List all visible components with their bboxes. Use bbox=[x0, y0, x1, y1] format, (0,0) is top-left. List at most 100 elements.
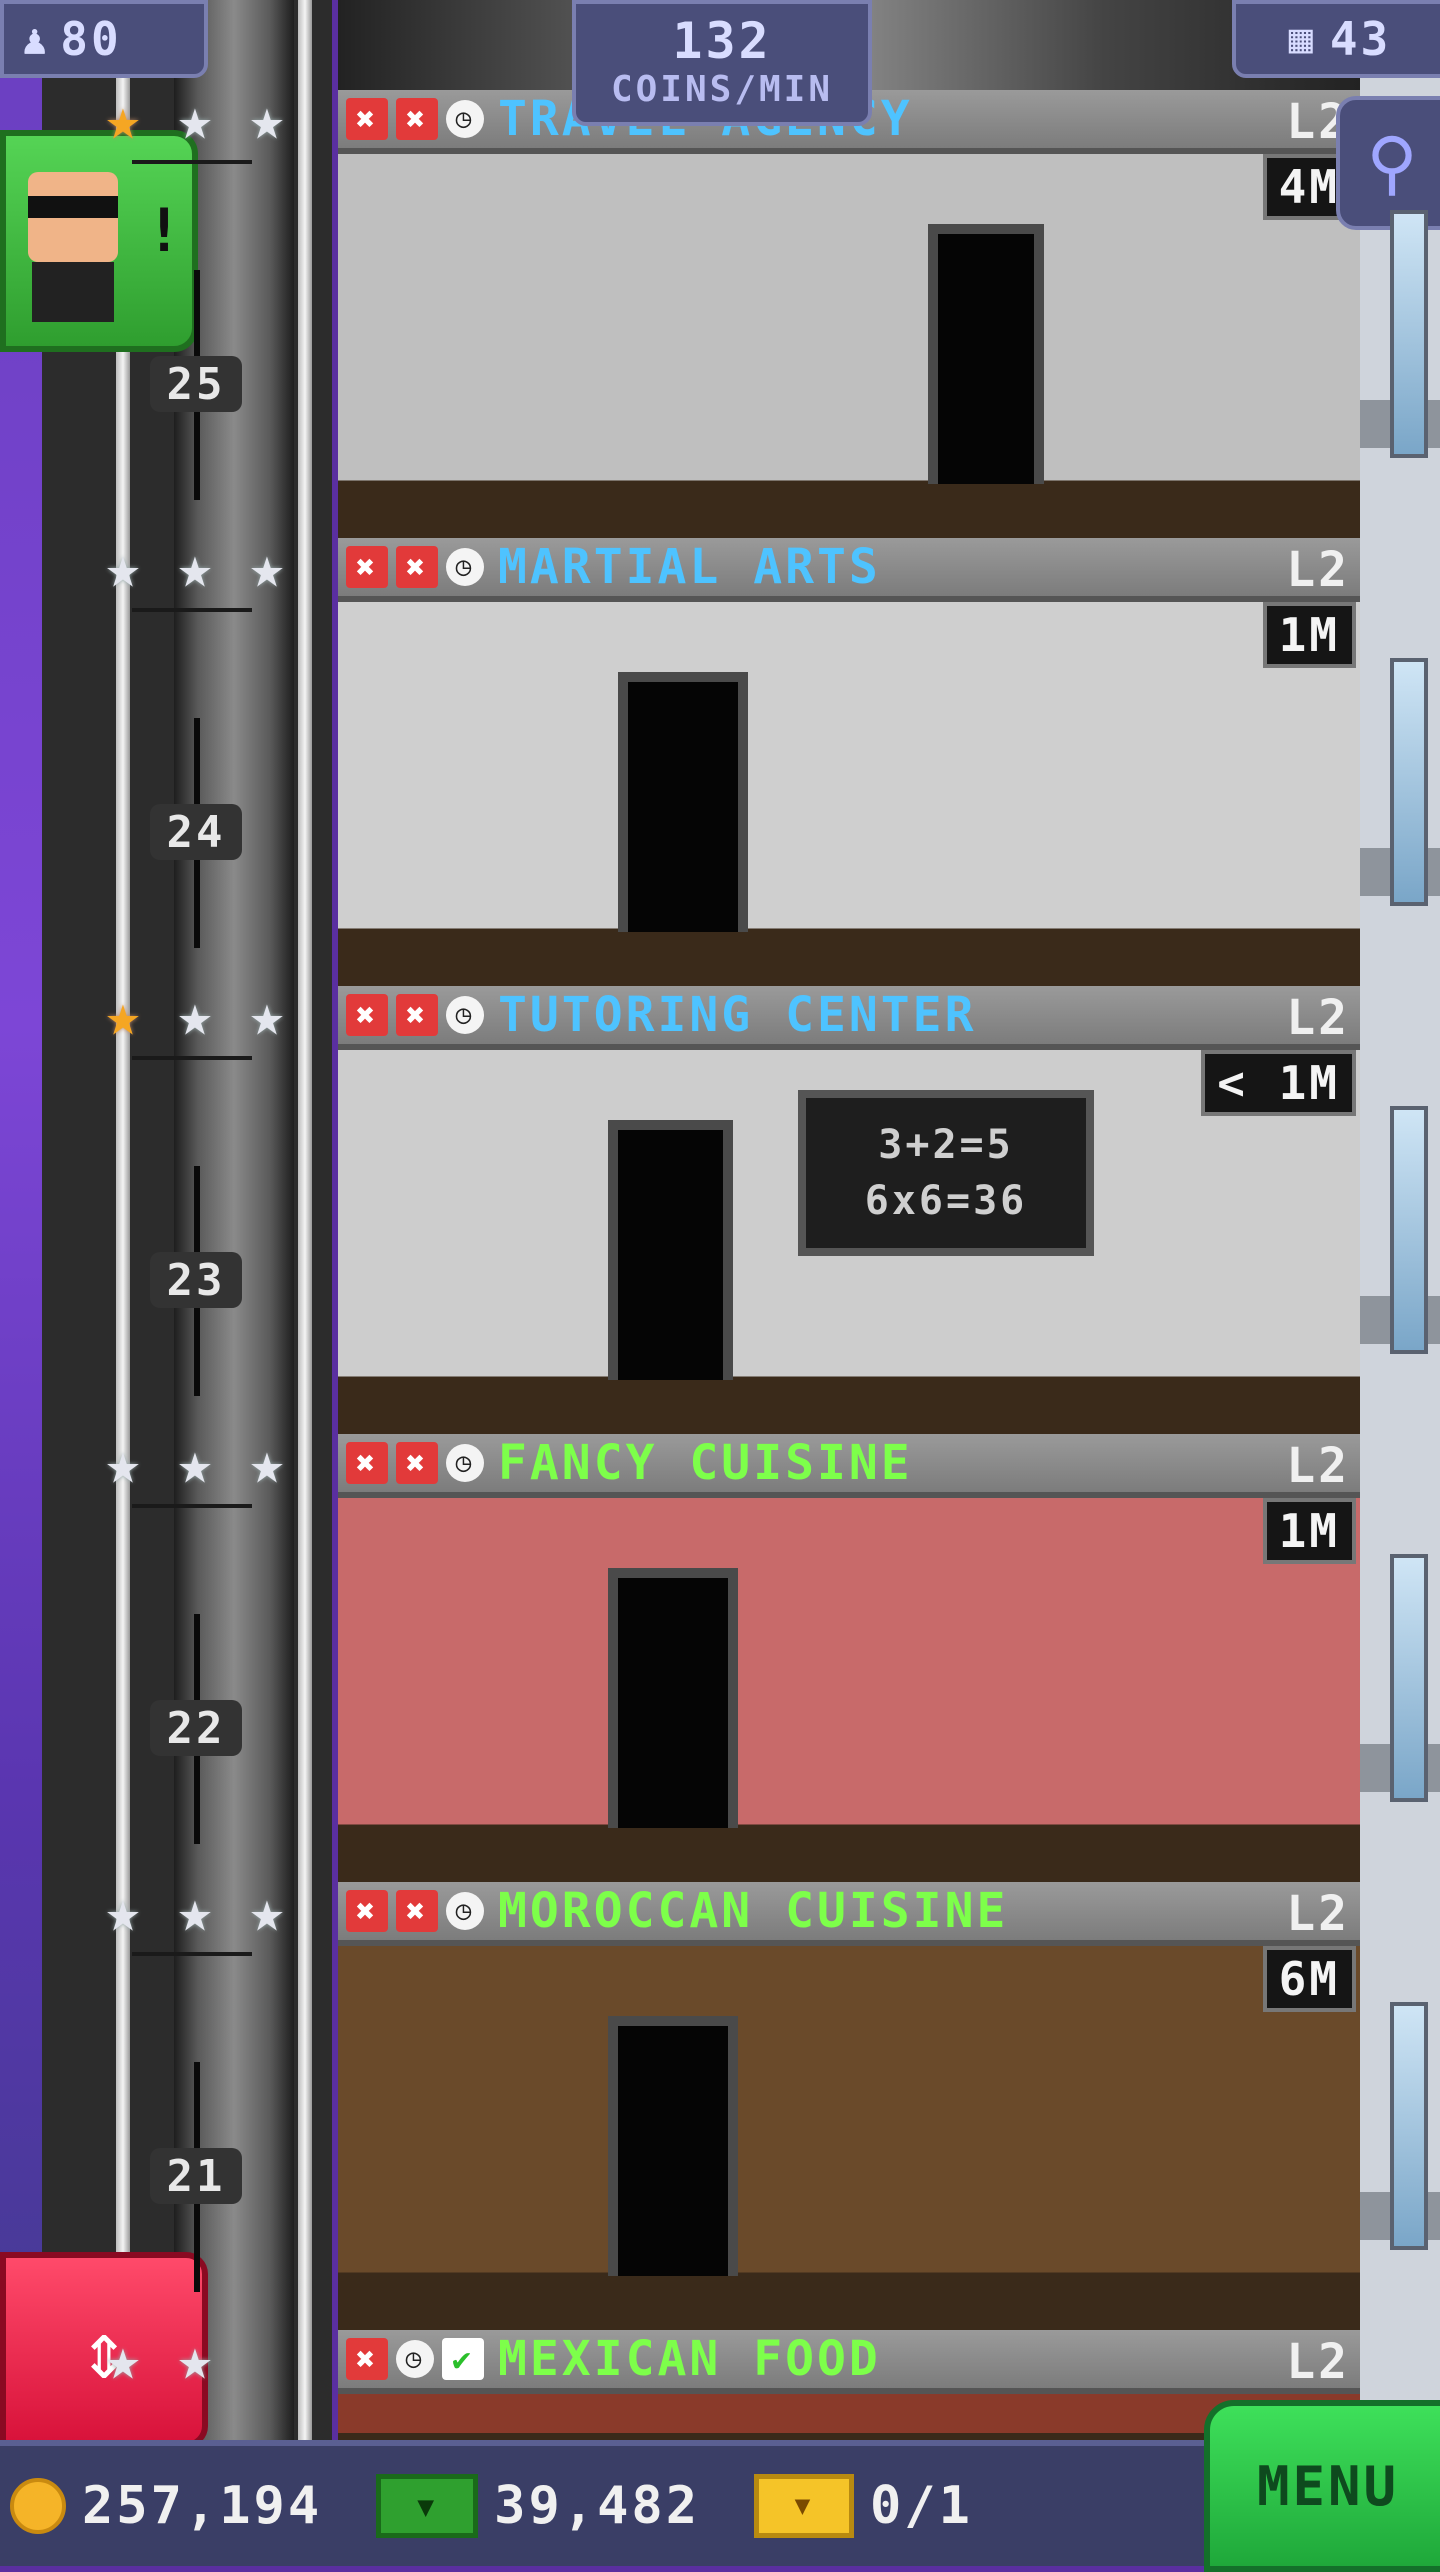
silver-star-icon: ★ bbox=[105, 1429, 141, 1497]
floor-number: 25 bbox=[150, 356, 242, 412]
shaft-rail-right bbox=[298, 0, 312, 2440]
silver-star-icon: ★ bbox=[177, 1877, 213, 1945]
floor-stars: ★ ★ ★ bbox=[94, 538, 296, 596]
unstocked-icon: ✖ bbox=[346, 1442, 388, 1484]
floor-name: FANCY CUISINE bbox=[498, 1435, 913, 1491]
coins-per-min-value: 132 bbox=[672, 12, 772, 70]
floor-counter[interactable]: ▦ 43 bbox=[1232, 0, 1440, 78]
coins-display[interactable]: 257,194 bbox=[10, 2476, 322, 2536]
clock-icon: ◷ bbox=[446, 100, 484, 138]
unstocked-icon: ✖ bbox=[346, 1890, 388, 1932]
tower-window bbox=[1390, 1106, 1428, 1354]
floor-price: < 1M bbox=[1201, 1050, 1356, 1116]
floor-row[interactable]: ✖ ✖ ◷ MARTIAL ARTS L2 1M bbox=[338, 538, 1360, 986]
coins-per-min-unit: COINS/MIN bbox=[610, 69, 834, 110]
person-icon: ♟ bbox=[22, 14, 51, 64]
floor-row[interactable]: ✖ ✖ ◷ TUTORING CENTER L2 3+2=5 6x6=36 < 1M bbox=[338, 986, 1360, 1434]
floor-level: L2 bbox=[1286, 1886, 1350, 1942]
floor-level: L2 bbox=[1286, 990, 1350, 1046]
silver-star-icon: ★ bbox=[177, 85, 213, 153]
shaft-rail-left bbox=[116, 0, 130, 2440]
room-door bbox=[928, 224, 1044, 484]
clock-icon: ◷ bbox=[446, 996, 484, 1034]
unstocked-icon: ✖ bbox=[396, 1442, 438, 1484]
silver-star-icon: ★ bbox=[249, 1429, 285, 1497]
tower-window bbox=[1390, 2002, 1428, 2250]
unstocked-icon: ✖ bbox=[346, 98, 388, 140]
unstocked-icon: ✖ bbox=[396, 994, 438, 1036]
ticket-icon: ▼ bbox=[754, 2474, 854, 2538]
clock-icon: ◷ bbox=[396, 2340, 434, 2378]
silver-star-icon: ★ bbox=[249, 85, 285, 153]
suit-icon bbox=[32, 262, 114, 322]
floor-number: 22 bbox=[150, 1700, 242, 1756]
tower-window bbox=[1390, 210, 1428, 458]
menu-button[interactable]: MENU bbox=[1204, 2400, 1440, 2572]
bux-icon: ▼ bbox=[376, 2474, 479, 2538]
unstocked-icon: ✖ bbox=[346, 2338, 388, 2380]
population-value: 80 bbox=[60, 12, 122, 66]
clock-icon: ◷ bbox=[446, 1444, 484, 1482]
tickets-display[interactable]: ▼ 0/1 bbox=[740, 2474, 973, 2538]
floor-header: ✖ ✖ ◷ MOROCCAN CUISINE L2 bbox=[338, 1882, 1360, 1946]
city-background bbox=[0, 0, 42, 2560]
silver-star-icon: ★ bbox=[249, 981, 285, 1049]
chalkboard: 3+2=5 6x6=36 bbox=[798, 1090, 1094, 1256]
silver-star-icon: ★ bbox=[177, 2325, 213, 2393]
clock-icon: ◷ bbox=[446, 548, 484, 586]
chalkboard-line: 3+2=5 bbox=[878, 1122, 1014, 1168]
floor-row[interactable]: ✖✖◷TRAVEL AGENCYL24M bbox=[338, 90, 1360, 538]
unstocked-icon: ✖ bbox=[346, 994, 388, 1036]
floor-row[interactable]: ✖ ✖ ◷ MOROCCAN CUISINE L2 6M bbox=[338, 1882, 1360, 2330]
floor-price: 1M bbox=[1262, 1498, 1356, 1564]
floor-price: 1M bbox=[1262, 602, 1356, 668]
tower-window bbox=[1390, 658, 1428, 906]
silver-star-icon: ★ bbox=[249, 1877, 285, 1945]
room-door bbox=[618, 672, 748, 932]
floor-price: 6M bbox=[1262, 1946, 1356, 2012]
unstocked-icon: ✖ bbox=[396, 546, 438, 588]
room-door bbox=[608, 1120, 733, 1380]
unstocked-icon: ✖ bbox=[396, 1890, 438, 1932]
floor-room bbox=[338, 602, 1360, 986]
coins-per-min-display: 132 COINS/MIN bbox=[572, 0, 872, 126]
floor-number: 21 bbox=[150, 2148, 242, 2204]
population-counter[interactable]: ♟ 80 bbox=[0, 0, 208, 78]
floor-stars: ★ ★ ★ bbox=[94, 90, 296, 148]
floor-name: MARTIAL ARTS bbox=[498, 539, 881, 595]
chalkboard-line: 6x6=36 bbox=[864, 1178, 1028, 1224]
floor-level: L2 bbox=[1286, 2334, 1350, 2390]
silver-star-icon: ★ bbox=[177, 981, 213, 1049]
floor-name: MOROCCAN CUISINE bbox=[498, 1883, 1009, 1939]
gold-star-icon: ★ bbox=[105, 85, 141, 153]
coin-icon bbox=[10, 2478, 66, 2534]
silver-star-icon: ★ bbox=[249, 533, 285, 601]
unstocked-icon: ✖ bbox=[396, 98, 438, 140]
floor-number: 24 bbox=[150, 804, 242, 860]
tickets-value: 0/1 bbox=[870, 2476, 973, 2536]
silver-star-icon: ★ bbox=[105, 1877, 141, 1945]
floor-room bbox=[338, 1498, 1360, 1882]
floor-name: MEXICAN FOOD bbox=[498, 2331, 881, 2387]
silver-star-icon: ★ bbox=[177, 1429, 213, 1497]
floor-row[interactable]: ✖ ✖ ◷ FANCY CUISINE L2 1M bbox=[338, 1434, 1360, 1882]
bux-display[interactable]: ▼ 39,482 bbox=[362, 2474, 700, 2538]
floor-room bbox=[338, 154, 1360, 538]
floor-stars: ★ ★ ★ bbox=[94, 1882, 296, 1940]
gold-star-icon: ★ bbox=[105, 981, 141, 1049]
bux-value: 39,482 bbox=[494, 2476, 700, 2536]
floor-header: ✖ ✖ ◷ FANCY CUISINE L2 bbox=[338, 1434, 1360, 1498]
floor-level: L2 bbox=[1286, 542, 1350, 598]
building-icon: ▦ bbox=[1288, 16, 1316, 62]
floor-stars: ★ ★ ★ bbox=[94, 986, 296, 1044]
floor-header: ✖ ◷ ✔ MEXICAN FOOD L2 bbox=[338, 2330, 1360, 2394]
floor-header: ✖ ✖ ◷ MARTIAL ARTS L2 bbox=[338, 538, 1360, 602]
floor-header: ✖ ✖ ◷ TUTORING CENTER L2 bbox=[338, 986, 1360, 1050]
silver-star-icon: ★ bbox=[105, 2325, 141, 2393]
silver-star-icon: ★ bbox=[105, 533, 141, 601]
tower-window bbox=[1390, 1554, 1428, 1802]
floor-count-value: 43 bbox=[1329, 12, 1392, 66]
clock-icon: ◷ bbox=[446, 1892, 484, 1930]
unstocked-icon: ✖ bbox=[346, 546, 388, 588]
silver-star-icon: ★ bbox=[177, 533, 213, 601]
